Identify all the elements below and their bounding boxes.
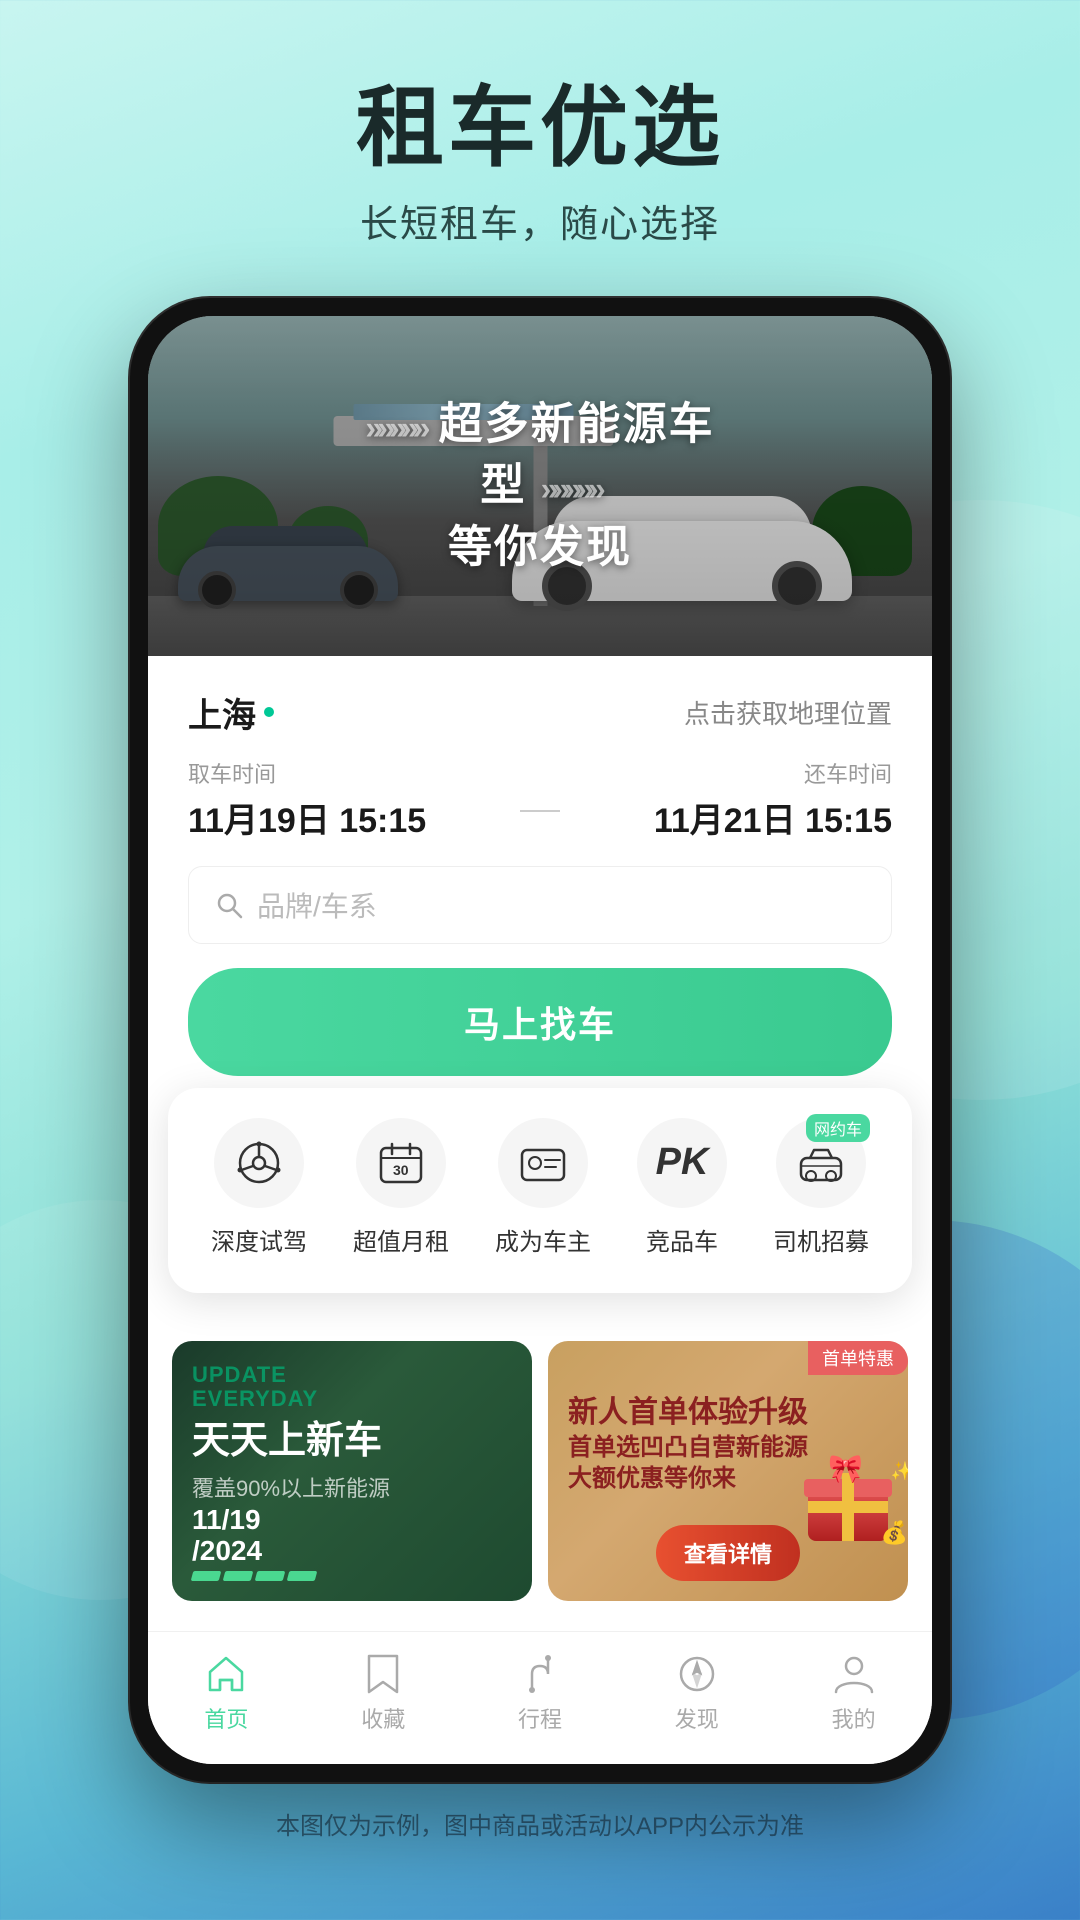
menu-item-monthly[interactable]: 30 超值月租 <box>353 1118 449 1257</box>
header-section: 租车优选 长短租车，随心选择 <box>0 0 1080 278</box>
date-divider <box>520 810 560 812</box>
pickup-value[interactable]: 11月19日 15:15 <box>188 793 510 842</box>
sub-title: 长短租车，随心选择 <box>360 193 720 248</box>
car-banner: »»»»» 超多新能源车型 »»»»» 等你发现 <box>148 316 932 656</box>
menu-item-pk[interactable]: PK 竞品车 <box>637 1118 727 1257</box>
disclaimer-text: 本图仅为示例，图中商品或活动以APP内公示为准 <box>276 1813 804 1840</box>
red-card-title: 新人首单体验升级 <box>568 1393 888 1432</box>
route-icon <box>518 1652 562 1696</box>
banner-line2: 等你发现 <box>344 517 736 579</box>
nav-item-profile[interactable]: 我的 <box>832 1652 876 1734</box>
footer-disclaimer: 本图仅为示例，图中商品或活动以APP内公示为准 <box>0 1782 1080 1865</box>
quick-menu-card: 深度试驾 30 超值月租 <box>168 1088 912 1293</box>
phone-container: »»»»» 超多新能源车型 »»»»» 等你发现 上海 点击获取地理位置 <box>130 298 950 1782</box>
promo-card-green[interactable]: UPDATEEVERYDAY 天天上新车 覆盖90%以上新能源 11/19/20… <box>172 1341 532 1601</box>
menu-label-driver: 司机招募 <box>773 1222 869 1257</box>
location-dot <box>264 707 274 717</box>
nav-label-trips: 行程 <box>518 1702 562 1734</box>
find-car-button[interactable]: 马上找车 <box>188 968 892 1076</box>
nav-label-favorites: 收藏 <box>361 1702 405 1734</box>
calendar-icon: 30 <box>376 1138 426 1188</box>
main-title: 租车优选 <box>356 80 724 177</box>
menu-label-car-owner: 成为车主 <box>495 1222 591 1257</box>
steering-wheel-icon <box>234 1138 284 1188</box>
phone-screen: »»»»» 超多新能源车型 »»»»» 等你发现 上海 点击获取地理位置 <box>148 316 932 1764</box>
return-label: 还车时间 <box>570 757 892 789</box>
taxi-icon <box>796 1138 846 1188</box>
search-icon <box>213 889 245 921</box>
card-date-value: 11/19/2024 <box>192 1505 316 1567</box>
menu-label-monthly: 超值月租 <box>353 1222 449 1257</box>
svg-text:30: 30 <box>393 1162 409 1178</box>
nav-item-discover[interactable]: 发现 <box>675 1652 719 1734</box>
return-value[interactable]: 11月21日 15:15 <box>570 793 892 842</box>
card-main-title-green: 天天上新车 <box>192 1419 512 1465</box>
phone-mockup: »»»»» 超多新能源车型 »»»»» 等你发现 上海 点击获取地理位置 <box>130 298 950 1782</box>
pk-icon: PK <box>656 1141 709 1184</box>
menu-icon-calendar-wrap: 30 <box>356 1118 446 1208</box>
location-get-btn[interactable]: 点击获取地理位置 <box>684 694 892 731</box>
menu-icon-pk-wrap: PK <box>637 1118 727 1208</box>
banner-text: »»»»» 超多新能源车型 »»»»» 等你发现 <box>344 393 736 578</box>
menu-icon-taxi-wrap <box>776 1118 866 1208</box>
person-card-icon <box>518 1138 568 1188</box>
date-row: 取车时间 11月19日 15:15 还车时间 11月21日 15:15 <box>188 757 892 842</box>
nav-label-discover: 发现 <box>675 1702 719 1734</box>
card-sub-text-green: 覆盖90%以上新能源 <box>192 1471 512 1503</box>
pickup-block: 取车时间 11月19日 15:15 <box>188 757 510 842</box>
bottom-nav: 首页 收藏 行程 <box>148 1631 932 1764</box>
return-block: 还车时间 11月21日 15:15 <box>570 757 892 842</box>
menu-item-car-owner[interactable]: 成为车主 <box>495 1118 591 1257</box>
nav-item-favorites[interactable]: 收藏 <box>361 1652 405 1734</box>
home-icon <box>204 1652 248 1696</box>
menu-icon-person-wrap <box>498 1118 588 1208</box>
menu-label-test-drive: 深度试驾 <box>211 1222 307 1257</box>
nav-label-home: 首页 <box>204 1702 248 1734</box>
nav-item-home[interactable]: 首页 <box>204 1652 248 1734</box>
booking-card: 上海 点击获取地理位置 取车时间 11月19日 15:15 还车时间 11月21… <box>148 656 932 1108</box>
menu-item-driver[interactable]: 司机招募 <box>773 1118 869 1257</box>
person-icon <box>832 1652 876 1696</box>
search-placeholder: 品牌/车系 <box>257 885 377 925</box>
location-row: 上海 点击获取地理位置 <box>188 688 892 737</box>
see-detail-button[interactable]: 查看详情 <box>656 1525 800 1581</box>
gift-box-illustration: 🎀 💰 ✨ <box>798 1461 898 1551</box>
update-text: UPDATEEVERYDAY <box>192 1363 512 1411</box>
banner-arrow-right: »»»»» <box>541 471 600 507</box>
compass-icon <box>675 1652 719 1696</box>
card-date: 11/19/2024 <box>192 1505 316 1581</box>
bookmark-icon <box>361 1652 405 1696</box>
promo-card-red[interactable]: 首单特惠 新人首单体验升级 首单选凹凸自营新能源大额优惠等你来 <box>548 1341 908 1601</box>
nav-label-profile: 我的 <box>832 1702 876 1734</box>
menu-icon-steering-wrap <box>214 1118 304 1208</box>
menu-item-test-drive[interactable]: 深度试驾 <box>211 1118 307 1257</box>
location-name[interactable]: 上海 <box>188 688 274 737</box>
search-bar[interactable]: 品牌/车系 <box>188 866 892 944</box>
banner-cards: UPDATEEVERYDAY 天天上新车 覆盖90%以上新能源 11/19/20… <box>148 1317 932 1601</box>
nav-item-trips[interactable]: 行程 <box>518 1652 562 1734</box>
banner-arrow-left: »»»»» <box>365 409 424 445</box>
pickup-label: 取车时间 <box>188 757 510 789</box>
menu-label-pk: 竞品车 <box>646 1222 718 1257</box>
card-date-stripe <box>192 1571 316 1581</box>
